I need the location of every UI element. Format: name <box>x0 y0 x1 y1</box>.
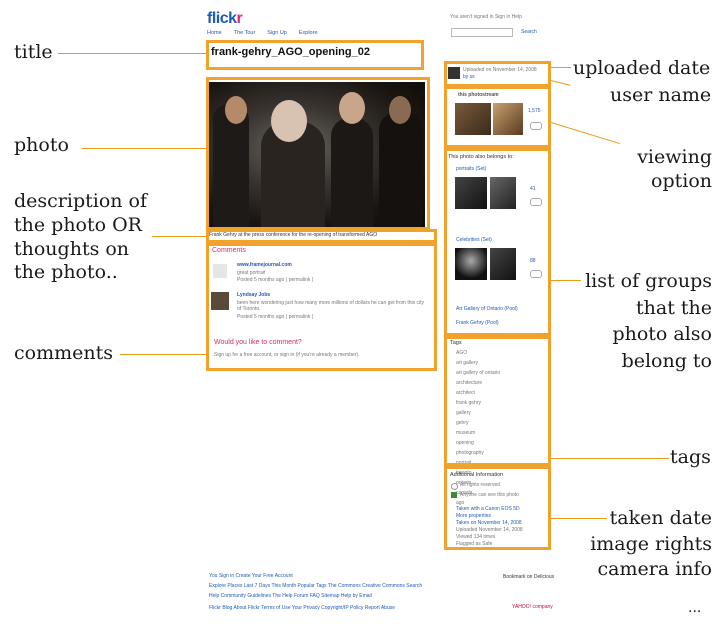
nav-tour[interactable]: The Tour <box>234 30 256 36</box>
photo-highlight <box>206 77 430 230</box>
bookmark-link[interactable]: Bookmark on Delicious <box>503 574 563 580</box>
info-highlight <box>444 466 551 550</box>
footer-row[interactable]: Help Community Guidelines The Help Forum… <box>209 593 439 599</box>
label-groups-line: photo also <box>612 323 712 346</box>
label-info: taken date image rights camera info <box>582 506 712 583</box>
groups-highlight <box>444 148 551 336</box>
tags-highlight <box>444 336 551 466</box>
label-photo: photo <box>14 134 69 156</box>
label-info-line: image rights <box>590 532 712 555</box>
leader-uploaded-date <box>551 67 571 68</box>
leader-description <box>152 236 206 237</box>
flickr-nav: Home The Tour Sign Up Explore <box>207 30 330 36</box>
label-info-line: camera info <box>597 558 712 581</box>
leader-photo <box>82 148 206 149</box>
label-groups-line: list of groups <box>585 270 712 292</box>
footer-row[interactable]: Flickr Blog About Flickr Terms of Use Yo… <box>209 605 439 611</box>
label-viewing-option: viewing option <box>612 146 712 194</box>
description-highlight <box>206 229 437 243</box>
label-tags: tags <box>670 446 711 468</box>
label-description-line: the photo OR <box>14 213 142 236</box>
label-viewing-option-line: viewing <box>637 146 712 168</box>
comments-highlight <box>206 243 437 371</box>
label-description-line: the photo.. <box>14 261 118 284</box>
leader-title <box>58 53 206 54</box>
label-description: description of the photo OR thoughts on … <box>14 190 147 285</box>
nav-signup[interactable]: Sign Up <box>267 30 287 36</box>
footer-row[interactable]: Explore Places Last 7 Days This Month Po… <box>209 583 439 589</box>
label-info-line: taken date <box>609 507 712 529</box>
nav-home[interactable]: Home <box>207 30 222 36</box>
label-groups: list of groups that the photo also belon… <box>582 268 712 374</box>
footer-row[interactable]: You Sign in Create Your Free Account <box>209 573 439 579</box>
yahoo-logo: YAHOO! company <box>512 604 553 610</box>
label-uploaded-date: uploaded date <box>573 57 711 79</box>
viewing-option-highlight <box>444 86 551 148</box>
label-user-name: user name <box>610 84 712 106</box>
nav-explore[interactable]: Explore <box>299 30 318 36</box>
label-groups-line: that the <box>636 296 712 319</box>
leader-tags <box>551 458 669 459</box>
label-description-line: description of <box>14 190 148 212</box>
label-title: title <box>14 41 53 63</box>
title-highlight <box>206 40 424 70</box>
leader-groups <box>551 280 581 281</box>
label-comments: comments <box>14 342 113 364</box>
label-description-line: thoughts on <box>14 237 130 260</box>
label-viewing-option-line: option <box>651 169 712 192</box>
flickr-logo[interactable]: flickr <box>207 10 243 28</box>
uploaded-highlight <box>444 61 551 87</box>
search-button[interactable]: Search <box>521 29 537 35</box>
leader-comments <box>120 354 206 355</box>
label-groups-line: belong to <box>621 349 712 372</box>
top-right-links[interactable]: You aren't signed in Sign in Help <box>450 14 560 20</box>
label-ellipsis: ... <box>688 600 702 616</box>
search-input[interactable] <box>451 28 513 37</box>
